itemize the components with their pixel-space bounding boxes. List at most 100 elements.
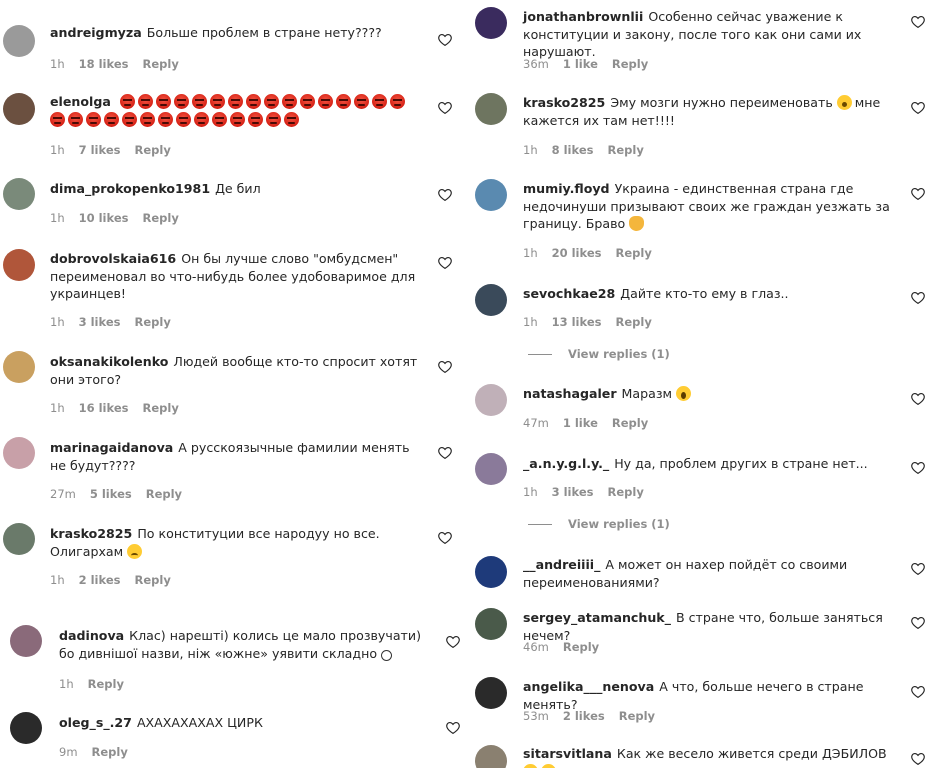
like-heart-icon[interactable] <box>438 101 452 114</box>
like-heart-icon[interactable] <box>911 187 925 200</box>
like-heart-icon[interactable] <box>911 101 925 114</box>
angry-emoji-icon <box>335 94 351 109</box>
reply-button[interactable]: Reply <box>615 315 651 329</box>
comment-username[interactable]: _a.n.y.g.l.y._ <box>523 456 609 471</box>
avatar[interactable] <box>3 249 35 281</box>
like-heart-icon[interactable] <box>438 360 452 373</box>
avatar[interactable] <box>475 677 507 709</box>
like-heart-icon[interactable] <box>911 752 925 765</box>
avatar[interactable] <box>3 351 35 383</box>
reply-button[interactable]: Reply <box>607 485 643 499</box>
comment-likes[interactable]: 13 likes <box>552 315 602 329</box>
like-heart-icon[interactable] <box>911 685 925 698</box>
comment-username[interactable]: sitarsvitlana <box>523 746 612 761</box>
like-heart-icon[interactable] <box>911 562 925 575</box>
view-replies-label: View replies (1) <box>568 517 670 531</box>
like-heart-icon[interactable] <box>438 531 452 544</box>
comment-username[interactable]: dima_prokopenko1981 <box>50 181 210 196</box>
avatar[interactable] <box>10 625 42 657</box>
avatar[interactable] <box>3 523 35 555</box>
comment-meta: 1h 10 likes Reply <box>50 211 193 225</box>
comment-username[interactable]: dobrovolskaia616 <box>50 251 176 266</box>
reply-button[interactable]: Reply <box>619 709 655 723</box>
avatar[interactable] <box>3 93 35 125</box>
comment-likes[interactable]: 18 likes <box>79 57 129 71</box>
comment-username[interactable]: sevochkae28 <box>523 286 615 301</box>
reply-button[interactable]: Reply <box>134 143 170 157</box>
view-replies-button[interactable]: View replies (1) <box>528 347 670 361</box>
avatar[interactable] <box>475 453 507 485</box>
avatar[interactable] <box>475 93 507 125</box>
comment-username[interactable]: krasko2825 <box>523 95 605 110</box>
like-heart-icon[interactable] <box>911 461 925 474</box>
avatar[interactable] <box>475 384 507 416</box>
reply-button[interactable]: Reply <box>612 416 648 430</box>
comment-username[interactable]: sergey_atamanchuk_ <box>523 610 671 625</box>
comment-username[interactable]: mumiy.floyd <box>523 181 610 196</box>
view-replies-button[interactable]: View replies (1) <box>528 517 670 531</box>
avatar[interactable] <box>475 284 507 316</box>
comment-username[interactable]: krasko2825 <box>50 526 132 541</box>
comment-likes[interactable]: 2 likes <box>563 709 605 723</box>
comment-username[interactable]: dadinova <box>59 628 124 643</box>
like-heart-icon[interactable] <box>446 635 460 648</box>
comment-username[interactable]: oksanakikolenko <box>50 354 168 369</box>
comment-body: __andreiiii_ А может он нахер пойдёт со с… <box>523 556 891 591</box>
like-heart-icon[interactable] <box>438 256 452 269</box>
comment-likes[interactable]: 3 likes <box>552 485 594 499</box>
like-heart-icon[interactable] <box>438 446 452 459</box>
avatar[interactable] <box>475 608 507 640</box>
reply-button[interactable]: Reply <box>615 246 651 260</box>
like-heart-icon[interactable] <box>911 15 925 28</box>
like-heart-icon[interactable] <box>438 33 452 46</box>
like-heart-icon[interactable] <box>911 291 925 304</box>
comment-username[interactable]: __andreiiii_ <box>523 557 600 572</box>
comment-likes[interactable]: 16 likes <box>79 401 129 415</box>
reply-button[interactable]: Reply <box>146 487 182 501</box>
reply-button[interactable]: Reply <box>142 57 178 71</box>
reply-button[interactable]: Reply <box>134 315 170 329</box>
like-heart-icon[interactable] <box>446 721 460 734</box>
comment-likes[interactable]: 2 likes <box>79 573 121 587</box>
comment-time: 9m <box>59 745 78 759</box>
avatar[interactable] <box>3 437 35 469</box>
avatar[interactable] <box>475 745 507 768</box>
comment-username[interactable]: andreigmyza <box>50 25 142 40</box>
like-heart-icon[interactable] <box>911 616 925 629</box>
comment-likes[interactable]: 5 likes <box>90 487 132 501</box>
comment-username[interactable]: oleg_s_.27 <box>59 715 132 730</box>
comment-username[interactable]: jonathanbrownlii <box>523 9 643 24</box>
reply-button[interactable]: Reply <box>612 57 648 71</box>
avatar[interactable] <box>475 179 507 211</box>
like-heart-icon[interactable] <box>438 188 452 201</box>
comment-time: 36m <box>523 57 549 71</box>
reply-button[interactable]: Reply <box>607 143 643 157</box>
reply-button[interactable]: Reply <box>134 573 170 587</box>
avatar[interactable] <box>3 25 35 57</box>
reply-button[interactable]: Reply <box>563 640 599 654</box>
comment-username[interactable]: angelika___nenova <box>523 679 654 694</box>
comment-username[interactable]: elenolga <box>50 94 111 109</box>
avatar[interactable] <box>3 178 35 210</box>
comment-likes[interactable]: 1 like <box>563 57 598 71</box>
comment-body: krasko2825 Эму мозги нужно переименовать … <box>523 94 891 129</box>
avatar[interactable] <box>10 712 42 744</box>
comment-likes[interactable]: 7 likes <box>79 143 121 157</box>
comment-likes[interactable]: 1 like <box>563 416 598 430</box>
reply-button[interactable]: Reply <box>92 745 128 759</box>
avatar[interactable] <box>475 556 507 588</box>
comment-likes[interactable]: 3 likes <box>79 315 121 329</box>
angry-emoji-icon <box>299 94 315 109</box>
comment-body: dima_prokopenko1981 Де бил <box>50 180 418 198</box>
comment-username[interactable]: marinagaidanova <box>50 440 173 455</box>
comment-likes[interactable]: 8 likes <box>552 143 594 157</box>
reply-button[interactable]: Reply <box>88 677 124 691</box>
comment-likes[interactable]: 10 likes <box>79 211 129 225</box>
comment-meta: 1h 8 likes Reply <box>523 143 658 157</box>
like-heart-icon[interactable] <box>911 392 925 405</box>
avatar[interactable] <box>475 7 507 39</box>
reply-button[interactable]: Reply <box>142 211 178 225</box>
comment-likes[interactable]: 20 likes <box>552 246 602 260</box>
comment-username[interactable]: natashagaler <box>523 386 617 401</box>
reply-button[interactable]: Reply <box>142 401 178 415</box>
